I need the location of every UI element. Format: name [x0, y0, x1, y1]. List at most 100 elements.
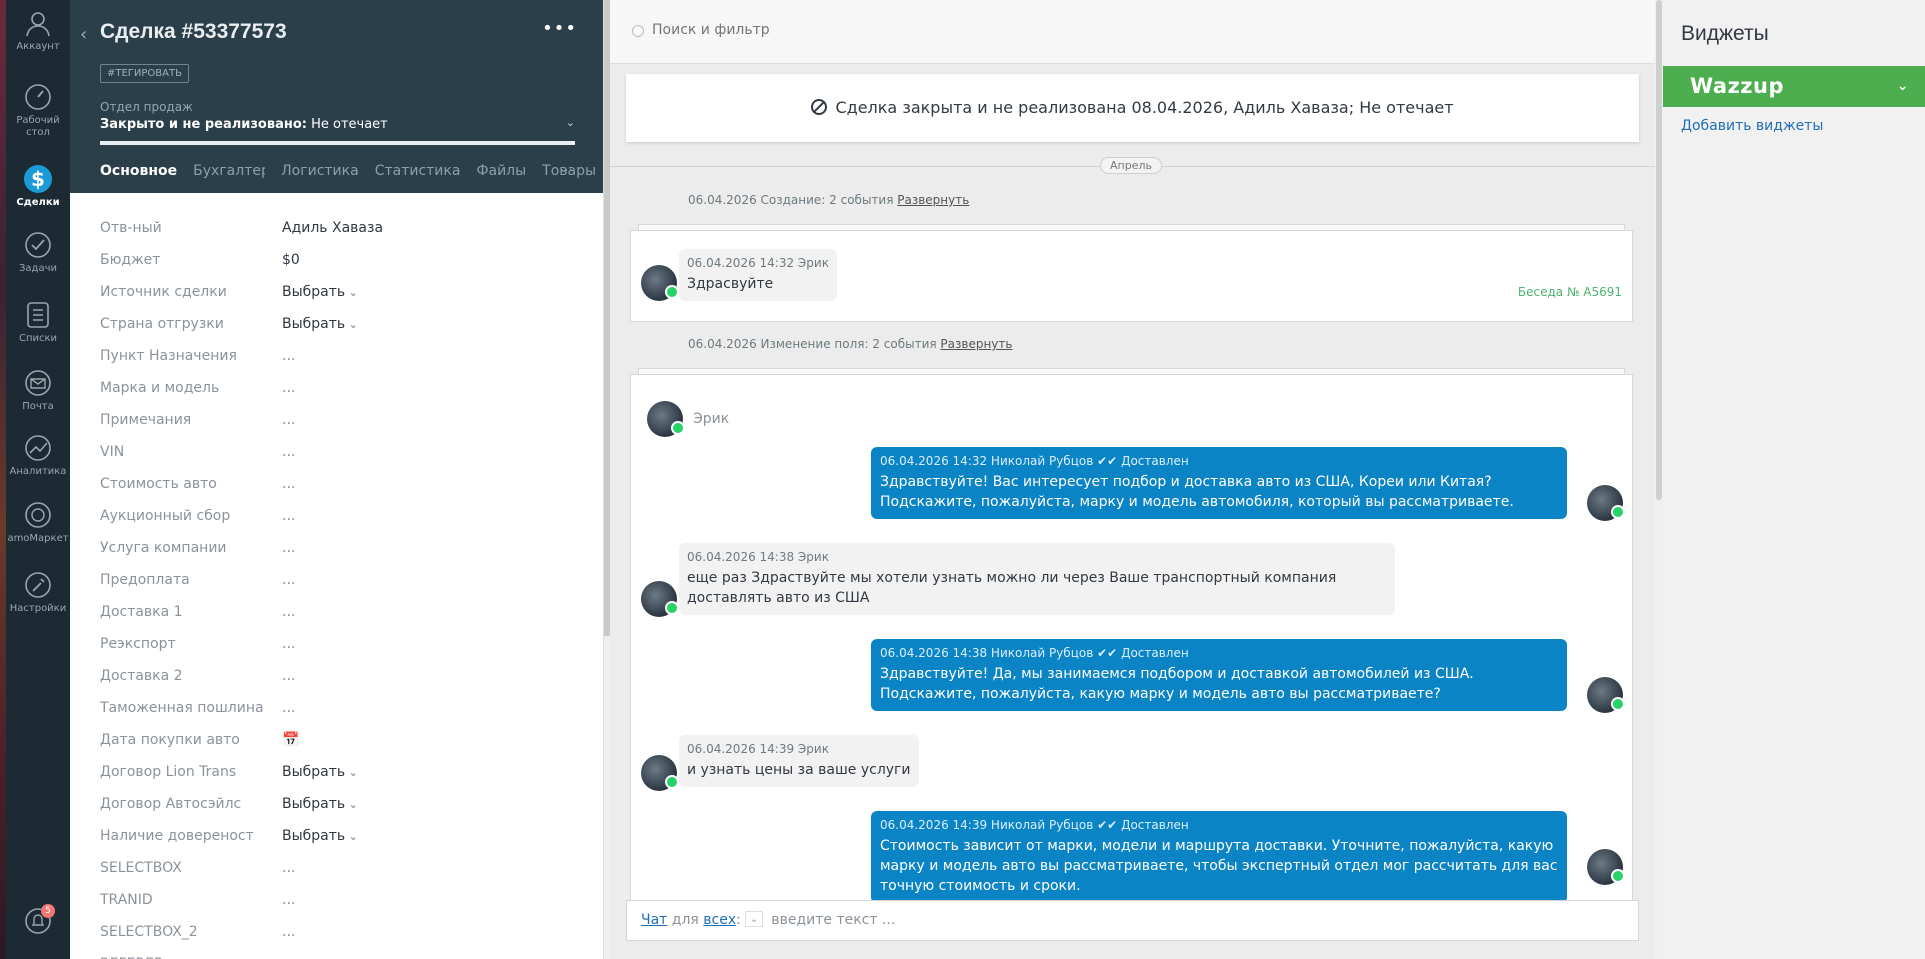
- nav-analytics[interactable]: Аналитика: [6, 433, 70, 478]
- chat-type-link[interactable]: Чат: [641, 912, 667, 928]
- outgoing-message: 06.04.2026 14:32 Николай Рубцов ✔✔ Доста…: [871, 447, 1567, 519]
- recipients-link[interactable]: всех: [703, 912, 736, 928]
- feed-panel: Сделка закрыта и не реализована 08.04.20…: [610, 0, 1655, 959]
- add-widgets-link[interactable]: Добавить виджеты: [1681, 118, 1823, 134]
- field-value[interactable]: ...: [282, 348, 295, 364]
- chevron-down-icon[interactable]: ⌄: [566, 116, 575, 129]
- message-meta: 06.04.2026 14:32 Эрик: [687, 256, 829, 270]
- delivered-check-icon: ✔✔: [1097, 454, 1118, 468]
- message-text: Здравствуйте! Вас интересует подбор и до…: [880, 474, 1514, 510]
- chevron-down-icon[interactable]: ⌄: [1897, 66, 1909, 107]
- field-value[interactable]: ...: [282, 380, 295, 396]
- wazzup-label: Wazzup: [1690, 74, 1785, 98]
- feed-scrollbar-thumb[interactable]: [1656, 0, 1662, 500]
- field-label: SELECTBOX: [100, 860, 182, 876]
- field-value[interactable]: Адиль Хаваза: [282, 220, 383, 236]
- field-value[interactable]: ...: [282, 924, 295, 940]
- field-row: Услуга компании...: [100, 532, 580, 564]
- expand-link[interactable]: Развернуть: [897, 193, 969, 207]
- nav-mail[interactable]: Почта: [6, 368, 70, 413]
- field-value[interactable]: ...: [282, 604, 295, 620]
- lead-title[interactable]: Сделка #53377573: [100, 20, 287, 44]
- events-group-creation: 06.04.2026 Создание: 2 события Развернут…: [688, 193, 969, 207]
- message-meta: 06.04.2026 14:32 Николай Рубцов ✔✔ Доста…: [880, 454, 1558, 468]
- field-row: Договор Lion Trans Выбрать: [100, 756, 580, 788]
- contact-name[interactable]: Эрик: [693, 411, 729, 427]
- field-label: Дата покупки авто: [100, 732, 240, 748]
- field-value[interactable]: $0: [282, 252, 300, 268]
- pipeline-status-select[interactable]: Закрыто и не реализовано: Не отечает: [100, 117, 388, 132]
- wazzup-widget[interactable]: Wazzup ⌄: [1663, 66, 1925, 107]
- field-value[interactable]: 📅: [282, 732, 299, 748]
- field-label: Аукционный сбор: [100, 508, 231, 524]
- field-value[interactable]: Выбрать: [282, 828, 358, 844]
- more-menu-button[interactable]: •••: [542, 18, 577, 39]
- field-value[interactable]: ...: [282, 668, 295, 684]
- nav-deals[interactable]: $ Сделки: [6, 160, 70, 209]
- back-arrow-icon[interactable]: ‹: [80, 24, 87, 45]
- whatsapp-icon: [671, 421, 685, 435]
- field-value[interactable]: Выбрать: [282, 764, 358, 780]
- composer-placeholder[interactable]: введите текст ...: [767, 912, 895, 928]
- composer-colon: :: [736, 912, 741, 928]
- nav-dashboard[interactable]: Рабочий стол: [6, 82, 70, 139]
- field-value[interactable]: ...: [282, 860, 295, 876]
- message-status: Доставлен: [1121, 818, 1189, 832]
- tab-files[interactable]: Файлы: [476, 163, 526, 179]
- field-value[interactable]: ...: [282, 444, 295, 460]
- tab-accounting[interactable]: Бухгалтер: [193, 163, 265, 179]
- composer-for-text: для: [667, 912, 704, 928]
- field-value[interactable]: Выбрать: [282, 284, 358, 300]
- nav-tasks[interactable]: Задачи: [6, 230, 70, 275]
- field-value[interactable]: ...: [282, 540, 295, 556]
- field-value[interactable]: ...: [282, 572, 295, 588]
- nav-deals-label: Сделки: [16, 197, 60, 208]
- tag-button[interactable]: #ТЕГИРОВАТЬ: [100, 64, 189, 83]
- search-input[interactable]: [652, 22, 1052, 38]
- nav-account[interactable]: Аккаунт: [6, 8, 70, 53]
- field-value[interactable]: Выбрать: [282, 316, 358, 332]
- field-label: Отв-ный: [100, 220, 162, 236]
- tab-statistics[interactable]: Статистика: [375, 163, 461, 179]
- tab-logistics[interactable]: Логистика: [281, 163, 359, 179]
- delivered-check-icon: ✔✔: [1097, 646, 1118, 660]
- whatsapp-icon: [1611, 697, 1625, 711]
- closed-deal-banner: Сделка закрыта и не реализована 08.04.20…: [626, 74, 1639, 142]
- field-value[interactable]: ...: [282, 412, 295, 428]
- message-meta: 06.04.2026 14:38 Николай Рубцов ✔✔ Доста…: [880, 646, 1558, 660]
- field-value[interactable]: ...: [282, 636, 295, 652]
- field-row: Отв-ный Адиль Хаваза: [100, 212, 580, 244]
- incoming-message: 06.04.2026 14:39 Эрик и узнать цены за в…: [679, 735, 919, 787]
- field-value[interactable]: ...: [282, 700, 295, 716]
- field-value[interactable]: Выбрать: [282, 796, 358, 812]
- nav-analytics-label: Аналитика: [9, 466, 67, 477]
- recipient-select[interactable]: [744, 900, 763, 939]
- conversation-link[interactable]: Беседа № A5691: [1518, 285, 1622, 299]
- message-composer[interactable]: Чат для всех: введите текст ...: [626, 900, 1639, 941]
- nav-settings[interactable]: Настройки: [6, 570, 70, 615]
- delivered-check-icon: ✔✔: [1097, 818, 1118, 832]
- message-meta: 06.04.2026 14:39 Николай Рубцов ✔✔ Доста…: [880, 818, 1558, 832]
- month-label: Апрель: [1100, 157, 1162, 174]
- field-row: Аукционный сбор...: [100, 500, 580, 532]
- field-row: Страна отгрузки Выбрать: [100, 308, 580, 340]
- field-value[interactable]: ...: [282, 892, 295, 908]
- deals-icon: $: [24, 165, 52, 193]
- nav-amomarket[interactable]: amoМаркет: [6, 500, 70, 545]
- nav-lists[interactable]: Списки: [6, 300, 70, 345]
- field-row: VIN...: [100, 436, 580, 468]
- message-text: еще раз Здраствуйте мы хотели узнать мож…: [687, 570, 1337, 606]
- amomarket-icon: [25, 502, 51, 528]
- field-value[interactable]: ...: [282, 508, 295, 524]
- field-label: Таможенная пошлина: [100, 700, 264, 716]
- tabs-more-button[interactable]: ···: [560, 163, 573, 179]
- field-row: Пункт Назначения...: [100, 340, 580, 372]
- expand-link[interactable]: Развернуть: [940, 337, 1012, 351]
- tab-main[interactable]: Основное: [100, 163, 177, 179]
- whatsapp-icon: [1611, 869, 1625, 883]
- field-label: Пункт Назначения: [100, 348, 237, 364]
- conversation-card: 06.04.2026 14:32 Эрик Здрасвуйте Беседа …: [630, 230, 1633, 322]
- field-label: Бюджет: [100, 252, 161, 268]
- nav-notifications[interactable]: 5: [6, 904, 70, 939]
- field-value[interactable]: ...: [282, 476, 295, 492]
